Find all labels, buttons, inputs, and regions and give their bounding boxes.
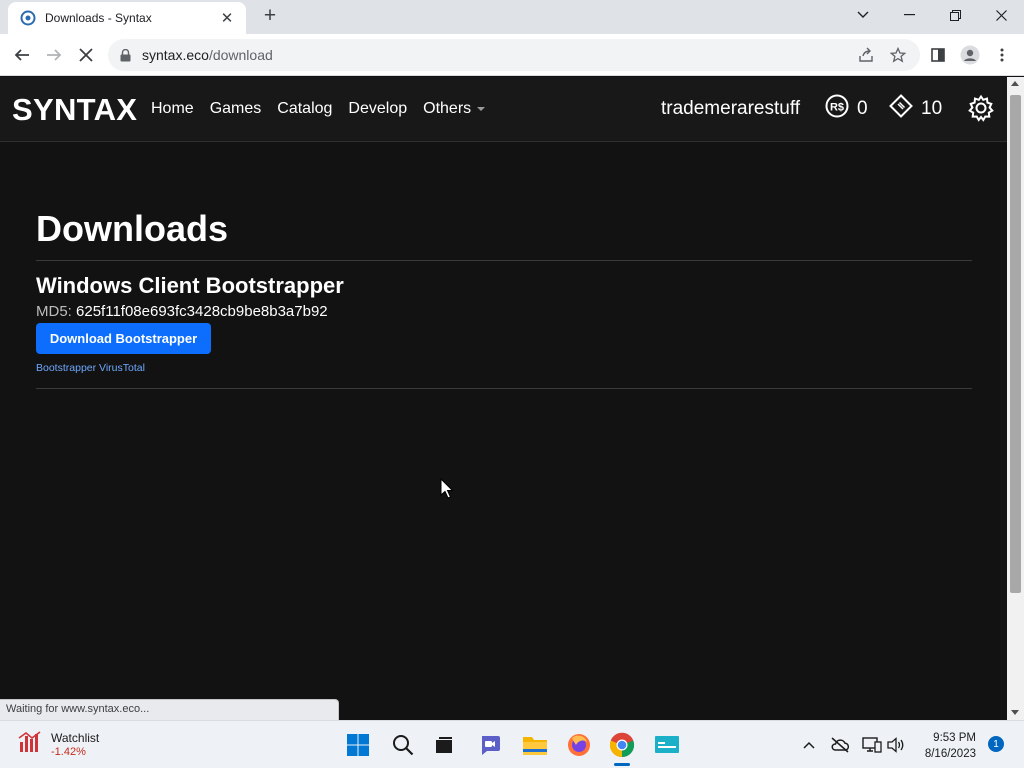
page-title: Downloads [36, 208, 229, 249]
nav-develop[interactable]: Develop [348, 100, 407, 118]
system-clock[interactable]: 9:53 PM 8/16/2023 [918, 730, 976, 762]
clock-date: 8/16/2023 [924, 748, 976, 760]
browser-tab[interactable]: Downloads - Syntax ✕ [8, 2, 246, 34]
url-text: syntax.eco/download [142, 47, 273, 63]
nav-home[interactable]: Home [151, 100, 194, 118]
site-favicon-icon [20, 10, 36, 26]
divider [36, 260, 972, 261]
back-arrow-icon[interactable] [10, 43, 34, 67]
side-panel-icon[interactable] [926, 43, 950, 67]
restore-button[interactable] [932, 0, 978, 30]
lock-icon[interactable] [120, 48, 134, 62]
tab-search-chevron-icon[interactable] [840, 0, 886, 30]
file-explorer-icon[interactable] [521, 731, 549, 759]
scroll-down-icon[interactable] [1011, 710, 1019, 715]
svg-text:R$: R$ [830, 102, 844, 114]
username[interactable]: trademerarestuff [661, 98, 800, 120]
section-title: Windows Client Bootstrapper [36, 273, 344, 298]
share-icon[interactable] [854, 43, 878, 67]
robux-count: 0 [857, 98, 868, 119]
ticket-icon [889, 94, 913, 124]
ticket-count: 10 [921, 98, 943, 119]
windows-start-icon[interactable] [344, 731, 372, 759]
download-bootstrapper-button[interactable]: Download Bootstrapper [36, 323, 211, 354]
nav-others-dropdown[interactable]: Others [423, 100, 486, 118]
caret-down-icon [477, 106, 486, 111]
nav-others-label: Others [423, 100, 472, 117]
site-navbar: SYNTAX Home Games Catalog Develop Others… [0, 77, 1007, 142]
volume-icon[interactable] [886, 735, 906, 755]
tab-title: Downloads - Syntax [45, 11, 152, 25]
search-icon[interactable] [389, 731, 417, 759]
virustotal-link[interactable]: Bootstrapper VirusTotal [36, 362, 145, 374]
active-app-indicator [614, 763, 630, 766]
firefox-icon[interactable] [565, 731, 593, 759]
mouse-cursor-icon [440, 477, 454, 500]
new-tab-button[interactable]: + [258, 5, 282, 29]
teams-chat-icon[interactable] [476, 731, 504, 759]
clock-time: 9:53 PM [933, 732, 976, 744]
close-window-button[interactable] [978, 0, 1024, 30]
task-view-icon[interactable] [430, 731, 458, 759]
widget-name: Watchlist [51, 730, 100, 745]
url-path: /download [208, 47, 273, 63]
notification-badge[interactable]: 1 [988, 736, 1004, 752]
scroll-up-icon[interactable] [1011, 81, 1019, 86]
url-host: syntax.eco [142, 47, 209, 63]
browser-tab-strip: Downloads - Syntax ✕ + [0, 0, 1024, 34]
nav-catalog[interactable]: Catalog [277, 100, 332, 118]
page-scrollbar[interactable] [1007, 77, 1024, 720]
brand-logo[interactable]: SYNTAX [12, 92, 137, 128]
browser-menu-icon[interactable] [990, 43, 1014, 67]
chrome-icon[interactable] [608, 731, 636, 759]
robux-balance[interactable]: R$ 0 [825, 94, 868, 124]
onedrive-offline-icon[interactable] [830, 735, 850, 755]
chevron-up-icon[interactable] [799, 735, 819, 755]
md5-hash: MD5: 625f11f08e693fc3428cb9be8b3a7b92 [36, 303, 328, 320]
close-tab-icon[interactable]: ✕ [218, 9, 236, 27]
widget-value: -1.42% [51, 745, 86, 758]
profile-avatar-icon[interactable] [958, 43, 982, 67]
browser-toolbar: syntax.eco/download [0, 34, 1024, 76]
browser-status-bubble: Waiting for www.syntax.eco... [0, 699, 339, 720]
main-nav: Home Games Catalog Develop Others [151, 100, 486, 118]
divider [36, 388, 972, 389]
md5-value: 625f11f08e693fc3428cb9be8b3a7b92 [76, 303, 328, 320]
bookmark-star-icon[interactable] [886, 43, 910, 67]
robux-icon: R$ [825, 94, 849, 124]
stock-chart-icon [18, 730, 42, 759]
scrollbar-thumb[interactable] [1010, 95, 1021, 593]
remote-desktop-icon[interactable] [653, 731, 681, 759]
nav-games[interactable]: Games [210, 100, 262, 118]
forward-arrow-icon[interactable] [42, 43, 66, 67]
windows-taskbar: Watchlist -1.42% 9:53 PM 8/16/2023 1 [0, 720, 1024, 768]
network-icon[interactable] [862, 735, 882, 755]
md5-label: MD5: [36, 303, 72, 320]
stop-loading-icon[interactable] [74, 43, 98, 67]
tickets-balance[interactable]: 10 [889, 94, 942, 124]
settings-gear-icon[interactable] [967, 94, 995, 122]
address-bar[interactable]: syntax.eco/download [108, 39, 920, 71]
watchlist-widget[interactable]: Watchlist -1.42% [18, 730, 99, 759]
minimize-button[interactable] [886, 0, 932, 30]
